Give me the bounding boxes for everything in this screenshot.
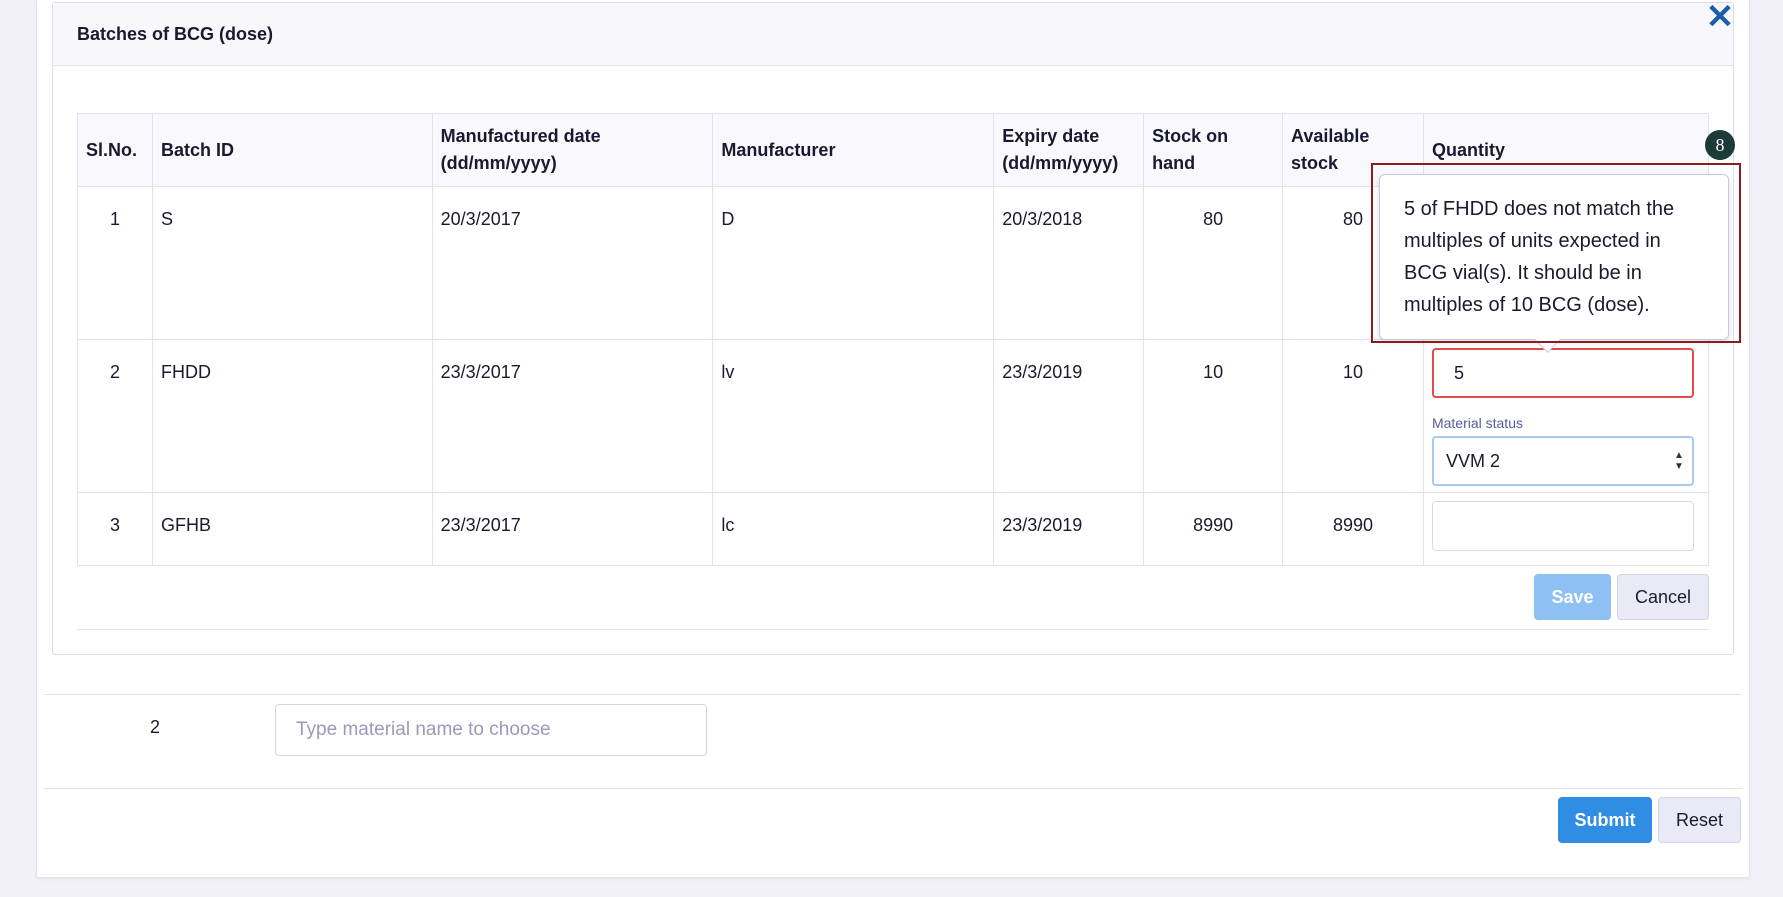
cell-expiry-date: 23/3/2019 [993,339,1145,493]
select-arrows-icon: ▲ ▼ [1674,450,1684,472]
close-icon[interactable]: ✕ [1705,0,1735,34]
header-stock-on-hand-1: Stock on [1152,126,1229,146]
cell-expiry-date: 20/3/2018 [993,186,1145,340]
section-divider-top [44,694,1742,695]
header-available-stock-2: stock [1291,153,1339,173]
annotation-highlight [1371,163,1741,343]
quantity-input-gfhb[interactable] [1431,501,1694,551]
cell-mfg-date: 20/3/2017 [431,186,714,340]
save-button[interactable]: Save [1534,574,1611,620]
submit-button[interactable]: Submit [1558,797,1652,843]
header-expiry-date-format: (dd/mm/yyyy) [1002,153,1119,173]
cell-slno: 1 [77,186,153,340]
section-divider-bottom [44,788,1742,789]
cell-slno: 3 [77,492,153,566]
header-stock-on-hand-2: hand [1152,153,1196,173]
cell-batch-id: S [151,186,433,340]
cell-batch-id: GFHB [151,492,433,566]
header-expiry-date: Expiry date (dd/mm/yyyy) [993,113,1145,187]
cell-expiry-date: 23/3/2019 [993,492,1145,566]
cancel-button[interactable]: Cancel [1617,574,1709,620]
panel-title: Batches of BCG (dose) [53,3,1733,66]
cell-available-stock: 8990 [1282,492,1424,566]
material-status-select[interactable]: VVM 2 ▲ ▼ [1431,436,1694,486]
cell-quantity: Material status VVM 2 ▲▼ [1422,339,1710,493]
cell-quantity [1422,492,1710,566]
header-mfg-date-format: (dd/mm/yyyy) [440,153,557,173]
header-manufacturer: Manufacturer [712,113,995,187]
cell-available-stock: 10 [1282,339,1424,493]
panel-divider [77,629,1709,630]
cell-mfg-date: 23/3/2017 [431,492,714,566]
cell-stock-on-hand: 10 [1143,339,1284,493]
cell-mfg-date: 23/3/2017 [431,339,714,493]
cell-manufacturer: lc [712,492,995,566]
cell-slno: 2 [77,339,153,493]
table-row: 3 GFHB 23/3/2017 lc 23/3/2019 8990 8990 [77,492,1710,566]
header-stock-on-hand: Stock on hand [1143,113,1284,187]
quantity-input-fhdd[interactable] [1431,348,1694,398]
cell-stock-on-hand: 8990 [1143,492,1284,566]
table-row: 2 FHDD 23/3/2017 lv 23/3/2019 10 10 Mate… [77,339,1710,493]
header-expiry-date-label: Expiry date [1002,126,1100,146]
header-mfg-date-label: Manufactured date [440,126,601,146]
material-row-number: 2 [150,717,161,737]
reset-button[interactable]: Reset [1658,797,1741,843]
header-available-stock-1: Available [1291,126,1370,146]
step-badge: 8 [1705,130,1735,160]
cell-manufacturer: D [712,186,995,340]
material-status-value: VVM 2 [1445,451,1500,471]
header-mfg-date: Manufactured date (dd/mm/yyyy) [431,113,714,187]
header-slno: Sl.No. [77,113,153,187]
material-status-label: Material status [1431,415,1523,431]
cell-manufacturer: lv [712,339,995,493]
cell-stock-on-hand: 80 [1143,186,1284,340]
header-batch-id: Batch ID [151,113,433,187]
material-name-input[interactable] [275,704,707,756]
cell-batch-id: FHDD [151,339,433,493]
